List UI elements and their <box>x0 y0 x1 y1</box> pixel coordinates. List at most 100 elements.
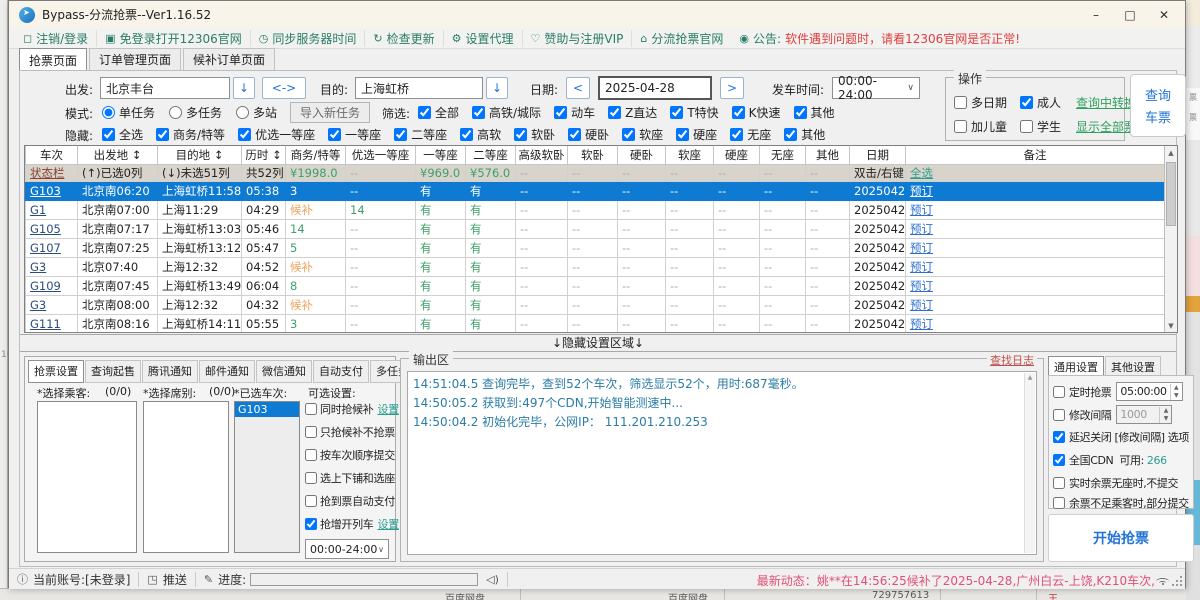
seat-hide-checkbox[interactable]: 无座 <box>730 126 771 143</box>
multi-date-checkbox[interactable]: 多日期 <box>954 94 1020 111</box>
train-link[interactable]: G109 <box>26 276 78 295</box>
task-tab[interactable]: 抢票设置 <box>28 360 84 383</box>
seat-hide-checkbox[interactable]: 高软 <box>460 126 501 143</box>
resize-grip[interactable] <box>1173 577 1182 586</box>
book-link[interactable]: 预订 <box>906 295 1165 314</box>
speaker-icon[interactable]: ◁) <box>486 573 499 586</box>
table-row[interactable]: G103北京南06:20上海虹桥11:5805:383--有有---------… <box>26 181 1165 200</box>
column-header[interactable]: 出发地 ↕ <box>78 146 158 164</box>
column-header[interactable]: 历时 ↕ <box>242 146 286 164</box>
table-row[interactable]: G109北京南07:45上海虹桥13:4906:048--有有---------… <box>26 276 1165 295</box>
interval-row[interactable]: 修改间隔 1000▲▼ <box>1053 405 1172 424</box>
train-type-filter-checkbox[interactable]: Z直达 <box>608 104 657 121</box>
column-header[interactable]: 软座 <box>666 146 714 164</box>
task-tab[interactable]: 查询起售 <box>85 360 141 383</box>
seat-hide-checkbox[interactable]: 一等座 <box>328 126 381 143</box>
table-row[interactable]: G1北京南07:00上海11:2904:29候补14有有------------… <box>26 200 1165 219</box>
spinner-arrows-icon[interactable]: ▲▼ <box>1159 407 1171 423</box>
cdn-row[interactable]: 全国CDN 可用: 266 <box>1053 452 1167 468</box>
table-row[interactable]: G111北京南08:16上海虹桥14:1105:553--有有---------… <box>26 314 1165 333</box>
menu-item[interactable]: ▣ 免登录打开12306官网 <box>97 30 251 47</box>
seat-hide-checkbox[interactable]: 全选 <box>102 126 143 143</box>
page-tab[interactable]: 抢票页面 <box>19 48 87 72</box>
student-checkbox[interactable]: 学生 <box>1020 118 1076 135</box>
train-link[interactable]: G105 <box>26 219 78 238</box>
push-button[interactable]: ◳推送 <box>139 572 195 587</box>
interval-spinner[interactable]: 1000▲▼ <box>1116 405 1172 424</box>
spinner-arrows-icon[interactable]: ▲▼ <box>1170 384 1182 400</box>
passenger-listbox[interactable] <box>37 401 137 553</box>
column-header[interactable]: 无座 <box>760 146 806 164</box>
book-link[interactable]: 预订 <box>906 200 1165 219</box>
option-row[interactable]: 选上下铺和选座 <box>305 466 395 489</box>
date-next-button[interactable]: > <box>720 77 744 99</box>
page-tab[interactable]: 订单管理页面 <box>89 48 181 71</box>
table-status-row[interactable]: 状态栏(↑)已选0列(↓)未选51列共52列¥1998.0--¥969.0¥57… <box>26 164 1165 181</box>
menu-item[interactable]: ⚙ 设置代理 <box>444 30 523 47</box>
task-tab[interactable]: 微信通知 <box>256 360 312 383</box>
timed-grab-spinner[interactable]: 05:00:00▲▼ <box>1116 382 1182 401</box>
book-link[interactable]: 预订 <box>906 314 1165 333</box>
option-row[interactable]: 抢到票自动支付 <box>305 489 395 512</box>
book-link[interactable]: 预订 <box>906 219 1165 238</box>
book-link[interactable]: 预订 <box>906 257 1165 276</box>
seat-hide-checkbox[interactable]: 其他 <box>784 126 825 143</box>
seat-hide-checkbox[interactable]: 硬座 <box>676 126 717 143</box>
seat-hide-checkbox[interactable]: 优选一等座 <box>238 126 315 143</box>
seat-hide-checkbox[interactable]: 软卧 <box>514 126 555 143</box>
task-tab[interactable]: 邮件通知 <box>199 360 255 383</box>
column-header[interactable]: 高级软卧 <box>516 146 568 164</box>
column-header[interactable]: 硬座 <box>714 146 760 164</box>
task-tab[interactable]: 腾讯通知 <box>142 360 198 383</box>
book-link[interactable]: 预订 <box>906 181 1165 200</box>
find-log-link[interactable]: 查找日志 <box>987 352 1037 368</box>
depart-time-select[interactable]: 00:00-24:00∨ <box>832 77 920 99</box>
book-link[interactable]: 预订 <box>906 276 1165 295</box>
train-link[interactable]: G3 <box>26 257 78 276</box>
seat-hide-checkbox[interactable]: 硬卧 <box>568 126 609 143</box>
train-type-filter-checkbox[interactable]: 其他 <box>794 104 835 121</box>
train-link[interactable]: G103 <box>26 181 78 200</box>
column-header[interactable]: 车次 <box>26 146 78 164</box>
column-header[interactable]: 其他 <box>806 146 850 164</box>
import-task-button[interactable]: 导入新任务 <box>290 102 370 123</box>
no-seat-row[interactable]: 实时余票无座时,不提交 <box>1053 475 1178 491</box>
train-type-filter-checkbox[interactable]: T特快 <box>670 104 718 121</box>
column-header[interactable]: 目的地 ↕ <box>158 146 242 164</box>
timed-grab-row[interactable]: 定时抢票 05:00:00▲▼ <box>1053 382 1183 401</box>
option-settings-link[interactable]: 设置 <box>378 516 399 532</box>
title-bar[interactable]: Bypass-分流抢票--Ver1.16.52 – □ ✕ <box>9 1 1185 28</box>
close-button[interactable]: ✕ <box>1147 1 1181 28</box>
train-type-filter-checkbox[interactable]: 高铁/城际 <box>472 104 541 121</box>
to-dropdown-button[interactable]: ↓ <box>486 77 508 99</box>
option-row[interactable]: 只抢候补不抢票 <box>305 420 395 443</box>
mode-radio[interactable]: 多任务 <box>169 104 222 121</box>
menu-item[interactable]: ♡ 赞助与注册VIP <box>523 30 633 47</box>
delay-close-row[interactable]: 延迟关闭 [修改间隔] 选项 <box>1053 429 1189 445</box>
adult-checkbox[interactable]: 成人 <box>1020 94 1076 111</box>
selected-train-listbox[interactable]: G103 <box>234 401 300 553</box>
from-dropdown-button[interactable]: ↓ <box>233 77 255 99</box>
mode-radio[interactable]: 单任务 <box>102 104 155 121</box>
seat-listbox[interactable] <box>143 401 229 553</box>
option-row[interactable]: 抢增开列车 设置 <box>305 512 395 535</box>
option-row[interactable]: 按车次顺序提交 <box>305 443 395 466</box>
maximize-button[interactable]: □ <box>1113 1 1147 28</box>
menu-item[interactable]: ↻ 检查更新 <box>365 30 443 47</box>
selected-train-item[interactable]: G103 <box>235 402 299 417</box>
column-header[interactable]: 硬卧 <box>618 146 666 164</box>
menu-item[interactable]: ◻ 注销/登录 <box>15 30 97 47</box>
column-header[interactable]: 软卧 <box>568 146 618 164</box>
scrollbar-thumb[interactable] <box>1166 162 1176 226</box>
menu-item[interactable]: ⌂ 分流抢票官网 <box>632 30 731 47</box>
column-header[interactable]: 优选一等座 <box>346 146 416 164</box>
train-type-filter-checkbox[interactable]: K快速 <box>732 104 781 121</box>
seat-hide-checkbox[interactable]: 软座 <box>622 126 663 143</box>
hide-settings-divider[interactable]: ↓隐藏设置区域↓ <box>20 334 1176 352</box>
partial-submit-row[interactable]: 余票不足乘客时,部分提交 <box>1053 495 1189 511</box>
grab-time-select[interactable]: 00:00-24:00∨ <box>305 539 389 559</box>
train-type-filter-checkbox[interactable]: 动车 <box>554 104 595 121</box>
from-station-input[interactable]: 北京丰台 <box>100 77 230 99</box>
table-row[interactable]: G107北京南07:25上海虹桥13:1205:475--有有---------… <box>26 238 1165 257</box>
task-tab[interactable]: 自动支付 <box>313 360 369 383</box>
